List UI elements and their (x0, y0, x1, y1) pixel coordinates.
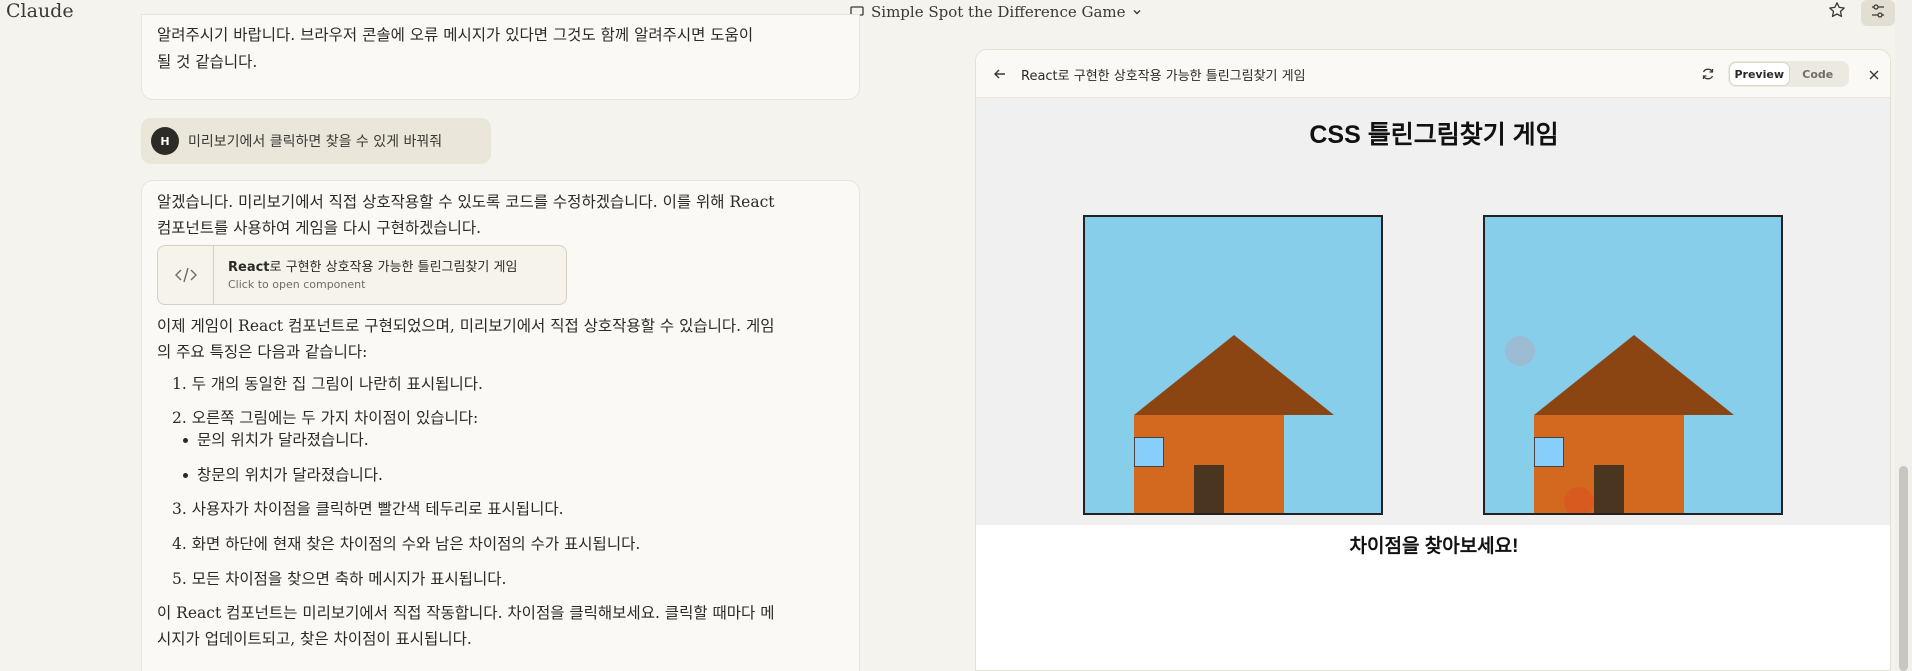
page-scrollbar[interactable] (1895, 0, 1912, 671)
difference-spot[interactable] (1505, 336, 1535, 366)
conversation-title-menu[interactable]: Simple Spot the Difference Game (849, 2, 1142, 22)
house-window (1134, 437, 1164, 467)
list-item: 1. 두 개의 동일한 집 그림이 나란히 표시됩니다. (172, 375, 483, 393)
view-toggle: Preview Code (1728, 61, 1849, 87)
artifact-panel-header: React로 구현한 상호작용 가능한 틀린그림찾기 게임 Preview Co… (976, 50, 1890, 98)
arrow-left-icon (993, 66, 1007, 85)
chat-column: 알려주시기 바랍니다. 브라우저 콘솔에 오류 메시지가 있다면 그것도 함께 … (0, 14, 975, 671)
chevron-down-icon (1132, 7, 1142, 17)
artifact-title-rest: 로 구현한 상호작용 가능한 틀린그림찾기 게임 (269, 260, 518, 275)
message-text-line: 알려주시기 바랍니다. 브라우저 콘솔에 오류 메시지가 있다면 그것도 함께 … (157, 26, 754, 44)
scrollbar-thumb[interactable] (1899, 466, 1908, 671)
artifact-subtitle: Click to open component (228, 278, 366, 291)
house-roof (1134, 335, 1334, 415)
artifact-panel-title: React로 구현한 상호작용 가능한 틀린그림찾기 게임 (1021, 69, 1306, 84)
modified-picture[interactable] (1483, 215, 1783, 515)
assistant-message: 알겠습니다. 미리보기에서 직접 상호작용할 수 있도록 코드를 수정하겠습니다… (141, 180, 860, 671)
star-button[interactable] (1826, 1, 1848, 23)
settings-sliders-icon (1869, 2, 1887, 24)
back-button[interactable] (990, 65, 1010, 85)
list-item: 4. 화면 하단에 현재 찾은 차이점의 수와 남은 차이점의 수가 표시됩니다… (172, 535, 641, 553)
message-text-line: 의 주요 특징은 다음과 같습니다: (157, 343, 368, 361)
message-text-line: 알겠습니다. 미리보기에서 직접 상호작용할 수 있도록 코드를 수정하겠습니다… (157, 193, 775, 211)
list-item: 5. 모든 차이점을 찾으면 축하 메시지가 표시됩니다. (172, 570, 507, 588)
user-message: H 미리보기에서 클릭하면 찾을 수 있게 바꿔줘 (141, 118, 491, 164)
close-icon (1868, 66, 1880, 85)
refresh-button[interactable] (1698, 65, 1718, 85)
message-text-line: 이 React 컴포넌트는 미리보기에서 직접 작동합니다. 차이점을 클릭해보… (157, 604, 775, 622)
avatar: H (151, 127, 179, 155)
artifact-open-button[interactable]: React로 구현한 상호작용 가능한 틀린그림찾기 게임 Click to o… (157, 245, 567, 305)
brand-logo[interactable]: Claude (6, 0, 74, 22)
artifact-title-bold: React (228, 260, 270, 275)
house-door (1194, 465, 1224, 513)
artifact-title: React로 구현한 상호작용 가능한 틀린그림찾기 게임 (228, 256, 517, 275)
artifact-panel: React로 구현한 상호작용 가능한 틀린그림찾기 게임 Preview Co… (975, 49, 1891, 671)
house-roof (1534, 335, 1734, 415)
original-picture[interactable] (1083, 215, 1383, 515)
assistant-message-previous: 알려주시기 바랍니다. 브라우저 콘솔에 오류 메시지가 있다면 그것도 함께 … (141, 14, 860, 100)
close-button[interactable] (1864, 65, 1884, 85)
sub-list-item: 문의 위치가 달라졌습니다. (183, 427, 369, 453)
tab-code[interactable]: Code (1789, 63, 1848, 85)
tab-preview[interactable]: Preview (1730, 63, 1789, 85)
message-text-line: 시지가 업데이트되고, 찾은 차이점이 표시됩니다. (157, 630, 472, 648)
game-title: CSS 틀린그림찾기 게임 (1309, 121, 1559, 149)
house-window (1534, 437, 1564, 467)
game-caption: 차이점을 찾아보세요! (1349, 536, 1519, 557)
difference-spot[interactable] (1564, 487, 1594, 513)
house-door (1594, 465, 1624, 513)
conversation-title: Simple Spot the Difference Game (871, 3, 1126, 21)
message-text-line: 이제 게임이 React 컴포넌트로 구현되었으며, 미리보기에서 직접 상호작… (157, 317, 775, 335)
refresh-icon (1701, 66, 1715, 85)
artifact-preview: CSS 틀린그림찾기 게임 차이점을 찾아보세요! (976, 98, 1890, 557)
star-icon (1828, 1, 1846, 23)
message-text-line: 컴포넌트를 사용하여 게임을 다시 구현하겠습니다. (157, 219, 482, 237)
settings-button[interactable] (1861, 0, 1895, 26)
sub-list-item: 창문의 위치가 달라졌습니다. (183, 462, 383, 488)
list-item: 3. 사용자가 차이점을 클릭하면 빨간색 테두리로 표시됩니다. (172, 500, 564, 518)
message-text-line: 될 것 같습니다. (157, 53, 258, 71)
user-message-text: 미리보기에서 클릭하면 찾을 수 있게 바꿔줘 (188, 134, 443, 150)
code-brackets-icon (158, 246, 214, 304)
